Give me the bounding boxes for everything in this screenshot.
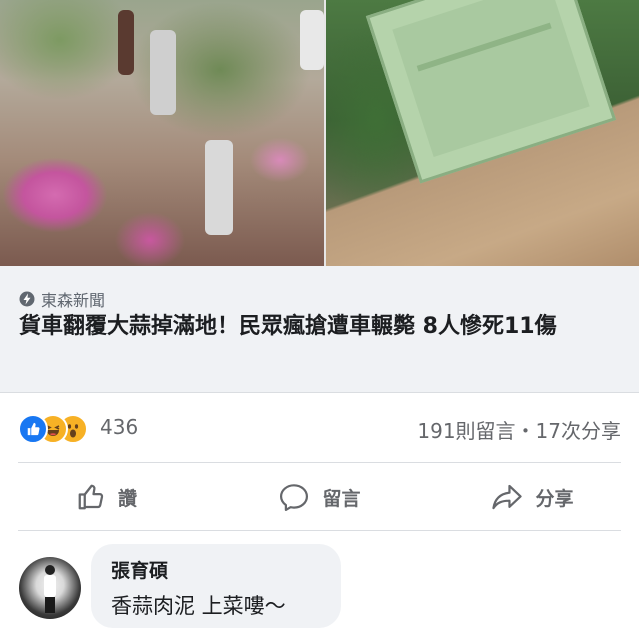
- like-label: 讚: [117, 487, 137, 510]
- comments-shares-count[interactable]: 191則留言・17次分享: [417, 415, 621, 444]
- photo-overturned-truck[interactable]: [325, 0, 639, 266]
- share-arrow-icon: [492, 484, 523, 510]
- action-bar: 讚 留言 分享: [0, 472, 639, 522]
- person-figure: [300, 10, 324, 70]
- avatar-head: [45, 565, 55, 575]
- link-headline[interactable]: 貨車翻覆大蒜掉滿地！民眾瘋搶遭車輾斃 8人慘死11傷: [19, 312, 629, 342]
- avatar[interactable]: [19, 557, 81, 619]
- truck-bed: [365, 0, 617, 184]
- source-name: 東森新聞: [41, 291, 106, 310]
- reaction-icons[interactable]: [18, 414, 98, 444]
- share-button[interactable]: 分享: [426, 472, 639, 522]
- share-label: 分享: [535, 487, 574, 510]
- lightning-icon: [19, 291, 35, 307]
- divider-top: [18, 462, 621, 463]
- comment-author[interactable]: 張育碩: [111, 556, 168, 583]
- avatar-body: [44, 575, 56, 597]
- comment-button[interactable]: 留言: [213, 472, 426, 522]
- comment-text: 香蒜肉泥 上菜嘍～: [111, 594, 286, 618]
- divider-bottom: [18, 530, 621, 531]
- comment-bubble-icon: [280, 484, 309, 512]
- thumbs-up-icon: [78, 484, 104, 510]
- link-source: 東森新聞: [19, 287, 105, 311]
- comment-label: 留言: [322, 487, 361, 510]
- post-photos[interactable]: [0, 0, 639, 266]
- like-button[interactable]: 讚: [0, 472, 213, 522]
- avatar-legs: [45, 597, 55, 613]
- like-icon: [18, 414, 48, 444]
- person-figure: [150, 30, 176, 115]
- person-figure: [118, 10, 134, 75]
- reactions-bar: 436 191則留言・17次分享: [0, 408, 639, 448]
- comment-bubble: 張育碩 香蒜肉泥 上菜嘍～: [91, 544, 341, 628]
- person-figure: [205, 140, 233, 235]
- reaction-count[interactable]: 436: [100, 415, 138, 439]
- photo-crowd-garlic[interactable]: [0, 0, 324, 266]
